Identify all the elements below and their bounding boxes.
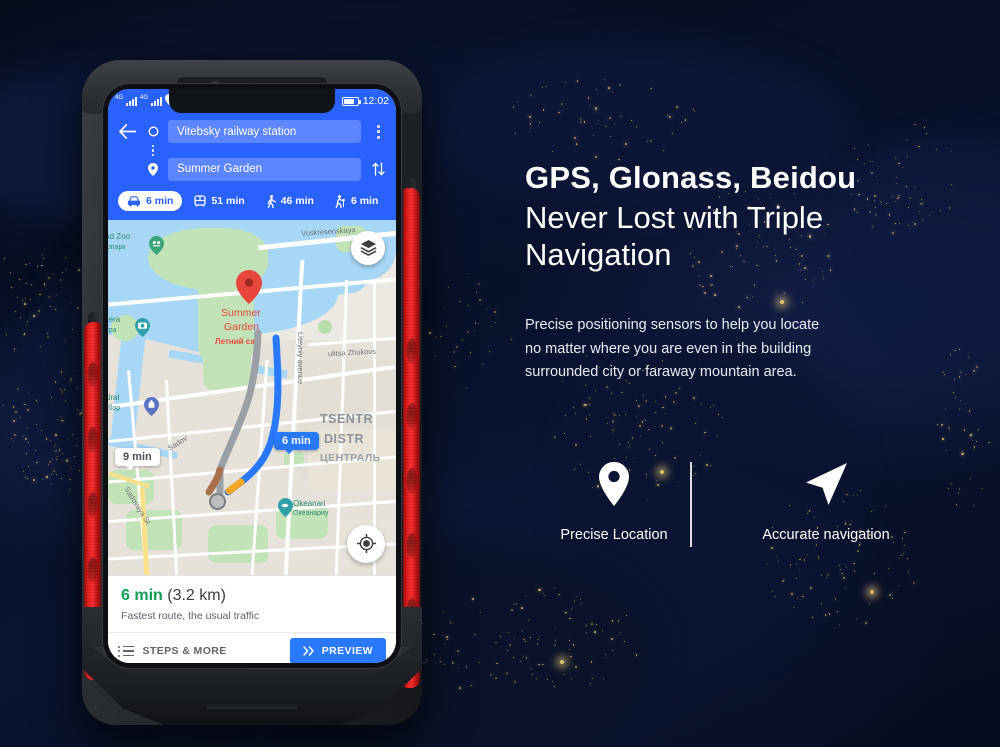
steps-and-more-button[interactable]: STEPS & MORE (143, 645, 227, 657)
feature-label: Accurate navigation (741, 527, 911, 543)
navigation-arrow-icon (741, 455, 911, 513)
network-label-1: 4G (115, 95, 123, 101)
map-label-garden: Garden (224, 322, 259, 334)
route-connector (116, 145, 388, 157)
map-label-zoo-ru: й зоопарк (108, 244, 125, 251)
phone-device: 4G 4G 12:02 Vitebsky railway station Sum… (82, 60, 422, 725)
feature-text-panel: GPS, Glonass, Beidou Never Lost with Tri… (525, 160, 955, 385)
screen-notch (169, 89, 335, 113)
route-duration: 6 min (121, 587, 163, 604)
mode-label: 46 min (281, 195, 314, 207)
map-label-zhukovskogo: ulitsa Zhukovs (328, 346, 376, 357)
map-label-camera-ru: мера (108, 327, 117, 334)
destination-pin-icon (145, 163, 161, 176)
body-line-1: Precise positioning sensors to help you … (525, 314, 955, 337)
battery-icon (342, 97, 359, 106)
feature-precise-location: Precise Location (529, 455, 699, 543)
network-label-2: 4G (140, 95, 148, 101)
map-label-aquarium-ru: Океанариу (293, 510, 328, 517)
route-badge-alternate[interactable]: 9 min (115, 448, 160, 466)
body-copy: Precise positioning sensors to help you … (525, 314, 955, 384)
poi-pin-zoo[interactable] (149, 236, 164, 255)
origin-circle-icon (145, 126, 161, 137)
list-icon[interactable] (118, 646, 134, 657)
signal-bars-icon-1 (126, 97, 137, 106)
destination-map-pin[interactable] (236, 270, 262, 304)
poi-pin-camera[interactable] (135, 318, 150, 337)
layers-icon[interactable] (351, 231, 385, 265)
subtitle-line-1: Never Lost with Triple (525, 199, 955, 237)
map-pin-icon (529, 455, 699, 513)
body-line-3: surrounded city or faraway mountain area… (525, 361, 955, 384)
poi-pin-aquarium[interactable] (278, 498, 293, 517)
map-label-aquarium: Okeanari (293, 499, 325, 508)
map-label-district-ru: ЦЕНТРАЛЬ (320, 452, 381, 464)
preview-label: PREVIEW (322, 645, 373, 657)
mode-label: 51 min (211, 195, 244, 207)
page-subtitle: Never Lost with Triple Navigation (525, 199, 955, 275)
back-arrow-icon[interactable] (116, 124, 138, 139)
feature-accurate-navigation: Accurate navigation (741, 455, 911, 543)
map-label-camera: mera (108, 315, 120, 324)
feature-label: Precise Location (529, 527, 699, 543)
origin-input[interactable]: Vitebsky railway station (168, 120, 361, 143)
map-label-district-2: DISTR (324, 432, 364, 446)
route-start-marker (209, 493, 226, 510)
navigation-search-header: Vitebsky railway station Summer Garden (108, 113, 396, 189)
map-label-cathedral: hedral (108, 393, 119, 402)
origin-row: Vitebsky railway station (116, 120, 388, 143)
signal-bars-icon-2 (151, 97, 162, 106)
destination-row: Summer Garden (116, 158, 388, 181)
map-label-summer-ru: Летний сад (215, 337, 260, 346)
map-label-liteyniy: Liteyniy avenue (296, 332, 305, 384)
route-subtitle: Fastest route, the usual traffic (121, 610, 383, 622)
travel-mode-tabs: 6 min 51 min 46 min 6 min (108, 189, 396, 220)
kebab-menu-icon[interactable] (368, 125, 388, 139)
route-badge-primary[interactable]: 6 min (274, 432, 319, 450)
mode-tab-transit[interactable]: 51 min (185, 191, 253, 211)
mode-tab-car[interactable]: 6 min (118, 191, 182, 211)
feature-icon-row: Precise Location Accurate navigation (525, 455, 925, 555)
route-summary-top: 6 min (3.2 km) Fastest route, the usual … (108, 576, 396, 632)
map-canvas[interactable]: grad Zoo й зоопарк mera мера hedral й со… (108, 220, 396, 575)
subtitle-line-2: Navigation (525, 236, 955, 274)
chevrons-right-icon (303, 646, 315, 656)
map-label-cathedral-ru: й собор (108, 405, 120, 412)
mode-tab-rideshare[interactable]: 6 min (326, 191, 387, 212)
phone-screen: 4G 4G 12:02 Vitebsky railway station Sum… (108, 89, 396, 663)
mode-label: 6 min (146, 195, 173, 207)
status-clock: 12:02 (363, 95, 389, 107)
route-eta: 6 min (3.2 km) (121, 587, 383, 605)
route-summary-card: 6 min (3.2 km) Fastest route, the usual … (108, 575, 396, 664)
route-actions: STEPS & MORE PREVIEW (108, 632, 396, 664)
poi-pin-cathedral[interactable] (144, 397, 159, 416)
body-line-2: no matter where you are even in the buil… (525, 338, 955, 361)
bottom-port (206, 703, 298, 709)
feature-divider (690, 462, 692, 547)
map-label-district-1: TSENTR (320, 412, 373, 426)
mode-label: 6 min (351, 195, 378, 207)
my-location-icon[interactable] (347, 525, 385, 563)
swap-vertical-icon[interactable] (368, 162, 388, 176)
destination-input[interactable]: Summer Garden (168, 158, 361, 181)
preview-button[interactable]: PREVIEW (290, 638, 386, 663)
page-title: GPS, Glonass, Beidou (525, 160, 955, 197)
route-distance: (3.2 km) (167, 587, 226, 604)
mode-tab-walk[interactable]: 46 min (257, 191, 323, 212)
map-label-summer: Summer (221, 308, 261, 320)
map-label-zoo: grad Zoo (108, 232, 130, 241)
